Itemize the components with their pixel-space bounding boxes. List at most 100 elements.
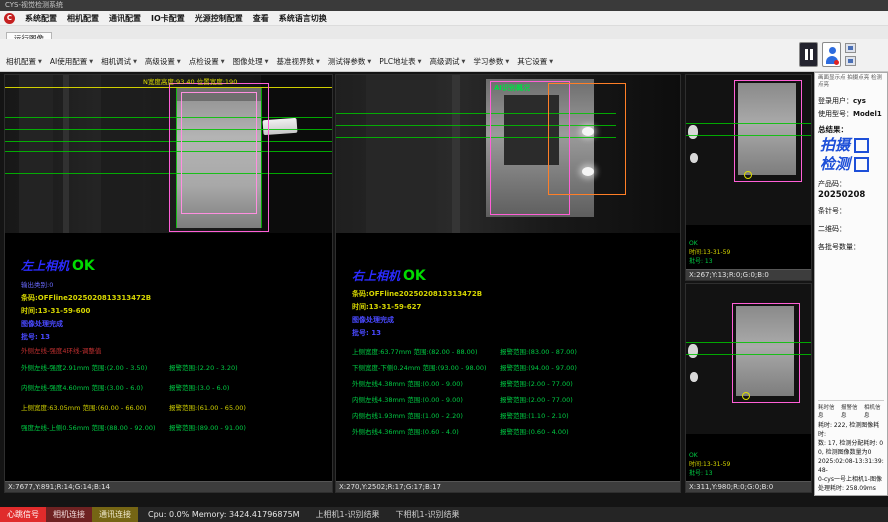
measurement-value: 内侧左线4.38mm 范围:(0.00 - 9.00) [352, 394, 500, 404]
login-user-row: 登录用户：cys [818, 96, 884, 106]
tool-camera-debug[interactable]: 相机调试▼ [101, 56, 137, 67]
tool-spot-check[interactable]: 点检设置▼ [189, 56, 225, 67]
tool-other-settings[interactable]: 其它设置▼ [517, 56, 553, 67]
result-ok-badge: OK [403, 268, 426, 284]
camera-result-title: 左上相机OK [21, 255, 326, 274]
menu-io-config[interactable]: IO卡配置 [151, 13, 185, 24]
dropdown-arrow-icon: ▼ [89, 59, 93, 65]
tool-label: 相机调试 [101, 56, 131, 67]
tool-test-params[interactable]: 测试得参数▼ [328, 56, 371, 67]
tool-label: 其它设置 [517, 56, 547, 67]
roi-line-green [686, 342, 811, 343]
stats-line: 0, 检测图像数量为0 [818, 448, 884, 457]
result-overlay-right: 右上相机OK 条码:OFFline2025020813313472B 时间:13… [352, 265, 674, 442]
time-line: 时间:13-31-59 [689, 248, 730, 257]
menu-light-control-config[interactable]: 光源控制配置 [195, 13, 243, 24]
camera-image-small-bottom[interactable] [686, 284, 811, 434]
camera-view-small-bottom: OK 时间:13-31-59 批号: 13 X:311,Y:980;R:0;G:… [685, 283, 812, 493]
status-bar: 心跳信号 相机连接 通讯连接 Cpu: 0.0% Memory: 3424.41… [0, 507, 888, 522]
dropdown-arrow-icon: ▼ [221, 59, 225, 65]
alarm-range: 报警范围:(83.00 - 87.00) [500, 346, 577, 356]
reflection-glint [688, 125, 698, 139]
measurement-value: 上侧宽度:63.05mm 范围:(60.00 - 66.00) [21, 402, 169, 412]
measurement-value: 外侧左线-强度2.91mm 范围:(2.00 - 3.50) [21, 362, 169, 372]
marker-circle-yellow [742, 392, 750, 400]
tool-ai-config[interactable]: AI使用配置▼ [50, 56, 93, 67]
measurement-row: 下侧宽度-下侧0.24mm 范围:(93.00 - 98.00) 报警范围:(9… [352, 362, 674, 372]
menu-camera-config[interactable]: 相机配置 [67, 13, 99, 24]
menu-view[interactable]: 查看 [253, 13, 269, 24]
tool-label: AI使用配置 [50, 56, 87, 67]
time-line: 时间:13-31-59 [689, 460, 730, 469]
model-label: 使用型号： [818, 110, 853, 118]
adjust-line: 外侧左线-强度4环线-调整值 [21, 345, 326, 355]
camera-image-right[interactable]: AI识别概况 [336, 75, 680, 233]
pause-button[interactable] [799, 42, 818, 67]
toolbar-items: 相机配置▼ AI使用配置▼ 相机调试▼ 高级设置▼ 点检设置▼ 图像处理▼ 基准… [6, 56, 553, 67]
measurement-row-warning: 上侧宽度:63.05mm 范围:(60.00 - 66.00) 报警范围:(61… [21, 402, 326, 412]
operator-button[interactable] [822, 42, 841, 67]
result-ok-badge: OK [72, 258, 95, 274]
batch-line: 批号: 13 [689, 469, 730, 478]
tool-advanced-debug[interactable]: 高级调试▼ [430, 56, 466, 67]
camera-name: 右上相机 [352, 269, 400, 283]
tab-alarm-info[interactable]: 报警信息 [841, 403, 861, 419]
alarm-range: 报警范围:(89.00 - 91.00) [169, 422, 246, 432]
pixel-readout-small-top: X:267;Y:13;R:0;G:0;B:0 [686, 269, 811, 280]
tool-learning-params[interactable]: 学习参数▼ [473, 56, 509, 67]
result-line: OK [689, 239, 730, 248]
alarm-range: 报警范围:(94.00 - 97.00) [500, 362, 577, 372]
stats-line: 0-cys一号上相机1-图像 [818, 475, 884, 484]
camera-view-small-top: OK 时间:13-31-59 批号: 13 X:267;Y:13;R:0;G:0… [685, 74, 812, 281]
dropdown-arrow-icon: ▼ [505, 59, 509, 65]
tool-label: 基准视界数 [277, 56, 315, 67]
alarm-range: 报警范围:(2.20 - 3.20) [169, 362, 238, 372]
tab-timing-info[interactable]: 耗时信息 [818, 403, 838, 419]
info-panel: 画面显示点 拍摄点亮 检测点亮 登录用户：cys 使用型号：Model1 总结果… [814, 72, 888, 496]
dropdown-arrow-icon: ▼ [265, 59, 269, 65]
tool-label: 测试得参数 [328, 56, 366, 67]
record-icon-button[interactable] [845, 56, 856, 66]
tool-label: 点检设置 [189, 56, 219, 67]
tool-camera-config[interactable]: 相机配置▼ [6, 56, 42, 67]
result-capture-text: 拍摄 [820, 138, 850, 153]
tool-advanced-settings[interactable]: 高级设置▼ [145, 56, 181, 67]
stats-line: 2025:02:08-13:31:39:48- [818, 457, 884, 475]
camera-image-small-top[interactable] [686, 75, 811, 225]
measurement-row: 内侧左线-强度4.60mm 范围:(3.00 - 6.0) 报警范围:(3.0 … [21, 382, 326, 392]
stats-line: 数: 17, 检测分配耗时: 0 [818, 439, 884, 448]
tab-camera-info[interactable]: 相机信息 [864, 403, 884, 419]
alarm-range: 报警范围:(2.00 - 77.00) [500, 378, 573, 388]
tool-label: 学习参数 [473, 56, 503, 67]
top-controls [799, 42, 856, 67]
result-detect-text: 检测 [820, 157, 850, 172]
model-row: 使用型号：Model1 [818, 109, 884, 119]
tool-image-processing[interactable]: 图像处理▼ [233, 56, 269, 67]
dropdown-arrow-icon: ▼ [462, 59, 466, 65]
measurement-value: 强度左线-上侧0.56mm 范围:(88.00 - 92.00) [21, 422, 169, 432]
panel-spacer [818, 252, 884, 400]
machine-column [19, 75, 53, 233]
dropdown-arrow-icon: ▼ [316, 59, 320, 65]
measurement-row: 内侧左线4.38mm 范围:(0.00 - 9.00) 报警范围:(2.00 -… [352, 394, 674, 404]
measurement-value: 上侧宽度:63.77mm 范围:(82.00 - 88.00) [352, 346, 500, 356]
menu-comm-config[interactable]: 通讯配置 [109, 13, 141, 24]
camera-connection-indicator: 相机连接 [46, 507, 92, 522]
roi-line-green [686, 123, 811, 124]
alarm-range: 报警范围:(1.10 - 2.10) [500, 410, 569, 420]
menu-system-config[interactable]: 系统配置 [25, 13, 57, 24]
barcode-line: 条码:OFFline2025020813313472B [21, 293, 326, 303]
camera-view-left-top: N宽度高度:93.40 位置宽度:190 左上相机OK 输出类别:0 条码:OF… [4, 74, 333, 493]
roi-rect-pink-inner [181, 92, 257, 214]
reflection-glint [688, 344, 698, 358]
result-overlay-left: 左上相机OK 输出类别:0 条码:OFFline2025020813313472… [21, 255, 326, 442]
tool-plc-address[interactable]: PLC地址表▼ [379, 56, 421, 67]
tool-baseline-params[interactable]: 基准视界数▼ [277, 56, 320, 67]
mini-icon-group [845, 43, 856, 66]
login-user-value: cys [853, 97, 866, 105]
process-done-line: 图像处理完成 [352, 315, 674, 325]
menu-language-switch[interactable]: 系统语言切换 [279, 13, 327, 24]
camera-image-left[interactable]: N宽度高度:93.40 位置宽度:190 [5, 75, 332, 233]
dropdown-arrow-icon: ▼ [38, 59, 42, 65]
snapshot-icon-button[interactable] [845, 43, 856, 53]
